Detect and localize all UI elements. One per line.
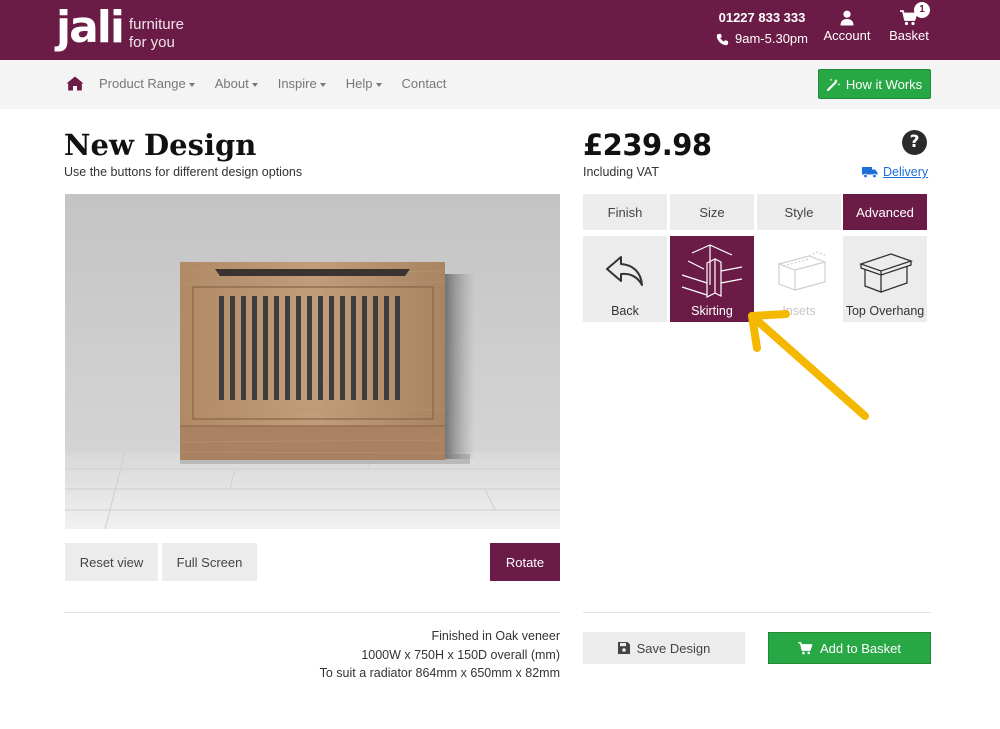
tab-advanced[interactable]: Advanced: [843, 194, 927, 230]
how-it-works-button[interactable]: How it Works: [818, 69, 931, 99]
option-back[interactable]: Back: [583, 236, 667, 322]
insets-icon: [777, 251, 828, 291]
nav-item-label: About: [214, 76, 249, 91]
save-design-label: Save Design: [636, 640, 711, 656]
opening-hours: 9am-5.30pm: [706, 30, 818, 48]
skirting-icon: [681, 244, 743, 298]
truck-icon: [862, 167, 878, 178]
vat-note: Including VAT: [583, 165, 659, 179]
divider: [583, 612, 931, 613]
hours-text: 9am-5.30pm: [735, 31, 808, 46]
add-to-basket-button[interactable]: Add to Basket: [768, 632, 931, 664]
nav-item-label: Contact: [401, 76, 447, 91]
nav-item-label: Inspire: [277, 76, 317, 91]
caret-down-icon: [251, 82, 258, 87]
help-icon[interactable]: ?: [902, 130, 927, 155]
reset-view-button[interactable]: Reset view: [65, 543, 158, 581]
floppy-disk-icon: [617, 642, 630, 654]
phone-icon: [716, 33, 729, 45]
nav-item-about[interactable]: About: [215, 76, 258, 92]
tab-style[interactable]: Style: [757, 194, 841, 230]
spec-radiator: To suit a radiator 864mm x 650mm x 82mm: [319, 666, 560, 680]
cart-icon: [798, 641, 813, 654]
contact-phone[interactable]: 01227 833 333 9am-5.30pm: [706, 10, 818, 48]
account-label: Account: [823, 28, 871, 43]
add-to-basket-label: Add to Basket: [820, 640, 901, 656]
option-top-overhang[interactable]: Top Overhang: [843, 236, 927, 322]
divider: [64, 612, 560, 613]
phone-number: 01227 833 333: [718, 10, 806, 25]
option-insets[interactable]: Insets: [757, 236, 841, 322]
radiator-cover-render: [65, 194, 560, 529]
option-skirting[interactable]: Skirting: [670, 236, 754, 322]
nav-item-label: Help: [345, 76, 373, 91]
tab-finish[interactable]: Finish: [583, 194, 667, 230]
option-label: Back: [611, 304, 639, 318]
back-arrow-icon: [606, 256, 643, 286]
nav-item-inspire[interactable]: Inspire: [278, 76, 326, 92]
site-header: jali furniture for you 01227 833 333 9am…: [0, 0, 1000, 60]
nav-item-contact[interactable]: Contact: [402, 76, 447, 92]
caret-down-icon: [188, 82, 195, 87]
logo-tagline-line1: furniture: [128, 16, 184, 33]
delivery-link[interactable]: Delivery: [862, 165, 928, 179]
basket-count-badge: 1: [914, 2, 930, 18]
top-overhang-icon: [858, 253, 914, 293]
how-it-works-label: How it Works: [845, 76, 923, 92]
caret-down-icon: [319, 82, 326, 87]
rotate-button[interactable]: Rotate: [490, 543, 560, 581]
home-icon[interactable]: [66, 76, 84, 91]
option-label: Insets: [782, 304, 816, 318]
account-link[interactable]: Account: [818, 10, 876, 43]
design-spec: Finished in Oak veneer 1000W x 750H x 15…: [300, 627, 560, 683]
user-icon: [840, 10, 854, 26]
option-label: Skirting: [691, 304, 733, 318]
logo-wordmark: jali: [56, 2, 125, 53]
spec-finish: Finished in Oak veneer: [431, 629, 560, 643]
logo-tagline: furniture for you: [129, 16, 184, 52]
option-label: Top Overhang: [845, 304, 925, 318]
spec-dimensions: 1000W x 750H x 150D overall (mm): [361, 647, 560, 662]
product-3d-preview[interactable]: [65, 194, 560, 529]
price: £239.98: [583, 128, 712, 162]
page-title: New Design: [64, 128, 257, 162]
basket-link[interactable]: Basket 1: [882, 2, 936, 43]
nav-item-help[interactable]: Help: [346, 76, 382, 92]
site-logo[interactable]: jali furniture for you: [56, 4, 184, 52]
basket-label: Basket: [889, 28, 929, 43]
nav-item-label: Product Range: [99, 76, 186, 91]
nav-menu: Product Range About Inspire Help Contact: [99, 76, 466, 92]
full-screen-button[interactable]: Full Screen: [162, 543, 257, 581]
tab-size[interactable]: Size: [670, 194, 754, 230]
nav-item-product-range[interactable]: Product Range: [99, 76, 195, 92]
magic-wand-icon: [826, 78, 841, 91]
delivery-label: Delivery: [883, 165, 929, 179]
save-design-button[interactable]: Save Design: [583, 632, 745, 664]
logo-tagline-line2: for you: [128, 34, 175, 51]
page-subtitle: Use the buttons for different design opt…: [64, 165, 303, 179]
caret-down-icon: [375, 82, 382, 87]
